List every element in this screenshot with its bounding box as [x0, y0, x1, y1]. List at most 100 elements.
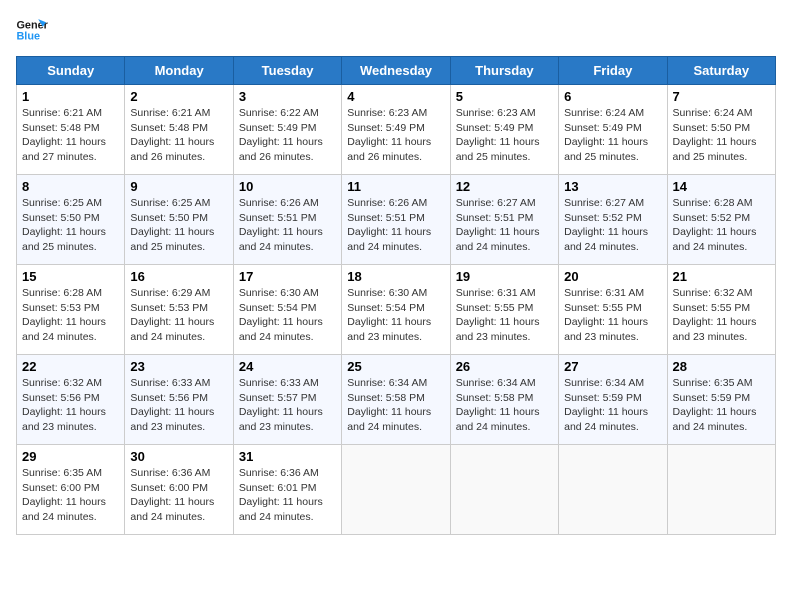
logo: General Blue [16, 16, 52, 44]
day-number: 28 [673, 359, 770, 374]
calendar-cell: 19 Sunrise: 6:31 AM Sunset: 5:55 PM Dayl… [450, 265, 558, 355]
day-number: 30 [130, 449, 227, 464]
calendar-cell: 9 Sunrise: 6:25 AM Sunset: 5:50 PM Dayli… [125, 175, 233, 265]
calendar-cell: 21 Sunrise: 6:32 AM Sunset: 5:55 PM Dayl… [667, 265, 775, 355]
calendar-cell: 24 Sunrise: 6:33 AM Sunset: 5:57 PM Dayl… [233, 355, 341, 445]
day-number: 24 [239, 359, 336, 374]
day-number: 9 [130, 179, 227, 194]
calendar-cell: 2 Sunrise: 6:21 AM Sunset: 5:48 PM Dayli… [125, 85, 233, 175]
calendar-cell: 14 Sunrise: 6:28 AM Sunset: 5:52 PM Dayl… [667, 175, 775, 265]
day-info: Sunrise: 6:30 AM Sunset: 5:54 PM Dayligh… [239, 286, 336, 345]
day-info: Sunrise: 6:33 AM Sunset: 5:56 PM Dayligh… [130, 376, 227, 435]
day-info: Sunrise: 6:31 AM Sunset: 5:55 PM Dayligh… [564, 286, 661, 345]
day-info: Sunrise: 6:36 AM Sunset: 6:00 PM Dayligh… [130, 466, 227, 525]
calendar-cell: 20 Sunrise: 6:31 AM Sunset: 5:55 PM Dayl… [559, 265, 667, 355]
day-number: 4 [347, 89, 444, 104]
day-info: Sunrise: 6:24 AM Sunset: 5:50 PM Dayligh… [673, 106, 770, 165]
weekday-header-friday: Friday [559, 57, 667, 85]
day-info: Sunrise: 6:21 AM Sunset: 5:48 PM Dayligh… [22, 106, 119, 165]
day-info: Sunrise: 6:35 AM Sunset: 6:00 PM Dayligh… [22, 466, 119, 525]
calendar-header-row: SundayMondayTuesdayWednesdayThursdayFrid… [17, 57, 776, 85]
day-number: 25 [347, 359, 444, 374]
calendar-cell [667, 445, 775, 535]
day-info: Sunrise: 6:25 AM Sunset: 5:50 PM Dayligh… [130, 196, 227, 255]
day-number: 10 [239, 179, 336, 194]
calendar-week-1: 1 Sunrise: 6:21 AM Sunset: 5:48 PM Dayli… [17, 85, 776, 175]
calendar-cell: 29 Sunrise: 6:35 AM Sunset: 6:00 PM Dayl… [17, 445, 125, 535]
calendar-cell: 1 Sunrise: 6:21 AM Sunset: 5:48 PM Dayli… [17, 85, 125, 175]
day-number: 17 [239, 269, 336, 284]
calendar-cell [342, 445, 450, 535]
day-info: Sunrise: 6:23 AM Sunset: 5:49 PM Dayligh… [347, 106, 444, 165]
logo-icon: General Blue [16, 16, 48, 44]
calendar-cell: 30 Sunrise: 6:36 AM Sunset: 6:00 PM Dayl… [125, 445, 233, 535]
day-info: Sunrise: 6:28 AM Sunset: 5:53 PM Dayligh… [22, 286, 119, 345]
calendar-cell: 17 Sunrise: 6:30 AM Sunset: 5:54 PM Dayl… [233, 265, 341, 355]
calendar-table: SundayMondayTuesdayWednesdayThursdayFrid… [16, 56, 776, 535]
weekday-header-thursday: Thursday [450, 57, 558, 85]
day-number: 5 [456, 89, 553, 104]
page-header: General Blue [16, 16, 776, 44]
calendar-cell: 7 Sunrise: 6:24 AM Sunset: 5:50 PM Dayli… [667, 85, 775, 175]
day-info: Sunrise: 6:28 AM Sunset: 5:52 PM Dayligh… [673, 196, 770, 255]
day-number: 22 [22, 359, 119, 374]
calendar-cell: 25 Sunrise: 6:34 AM Sunset: 5:58 PM Dayl… [342, 355, 450, 445]
day-number: 21 [673, 269, 770, 284]
calendar-cell: 23 Sunrise: 6:33 AM Sunset: 5:56 PM Dayl… [125, 355, 233, 445]
day-info: Sunrise: 6:24 AM Sunset: 5:49 PM Dayligh… [564, 106, 661, 165]
day-number: 23 [130, 359, 227, 374]
day-info: Sunrise: 6:27 AM Sunset: 5:51 PM Dayligh… [456, 196, 553, 255]
calendar-cell: 27 Sunrise: 6:34 AM Sunset: 5:59 PM Dayl… [559, 355, 667, 445]
day-number: 31 [239, 449, 336, 464]
calendar-cell [559, 445, 667, 535]
weekday-header-tuesday: Tuesday [233, 57, 341, 85]
calendar-cell: 12 Sunrise: 6:27 AM Sunset: 5:51 PM Dayl… [450, 175, 558, 265]
calendar-body: 1 Sunrise: 6:21 AM Sunset: 5:48 PM Dayli… [17, 85, 776, 535]
day-number: 12 [456, 179, 553, 194]
calendar-cell: 10 Sunrise: 6:26 AM Sunset: 5:51 PM Dayl… [233, 175, 341, 265]
calendar-cell: 15 Sunrise: 6:28 AM Sunset: 5:53 PM Dayl… [17, 265, 125, 355]
weekday-header-sunday: Sunday [17, 57, 125, 85]
day-info: Sunrise: 6:25 AM Sunset: 5:50 PM Dayligh… [22, 196, 119, 255]
calendar-week-5: 29 Sunrise: 6:35 AM Sunset: 6:00 PM Dayl… [17, 445, 776, 535]
calendar-cell: 28 Sunrise: 6:35 AM Sunset: 5:59 PM Dayl… [667, 355, 775, 445]
day-info: Sunrise: 6:31 AM Sunset: 5:55 PM Dayligh… [456, 286, 553, 345]
day-info: Sunrise: 6:32 AM Sunset: 5:56 PM Dayligh… [22, 376, 119, 435]
calendar-week-2: 8 Sunrise: 6:25 AM Sunset: 5:50 PM Dayli… [17, 175, 776, 265]
day-number: 13 [564, 179, 661, 194]
calendar-cell: 22 Sunrise: 6:32 AM Sunset: 5:56 PM Dayl… [17, 355, 125, 445]
day-number: 29 [22, 449, 119, 464]
day-info: Sunrise: 6:30 AM Sunset: 5:54 PM Dayligh… [347, 286, 444, 345]
calendar-cell: 31 Sunrise: 6:36 AM Sunset: 6:01 PM Dayl… [233, 445, 341, 535]
day-number: 2 [130, 89, 227, 104]
calendar-cell: 8 Sunrise: 6:25 AM Sunset: 5:50 PM Dayli… [17, 175, 125, 265]
day-number: 7 [673, 89, 770, 104]
weekday-header-wednesday: Wednesday [342, 57, 450, 85]
day-info: Sunrise: 6:26 AM Sunset: 5:51 PM Dayligh… [347, 196, 444, 255]
day-info: Sunrise: 6:21 AM Sunset: 5:48 PM Dayligh… [130, 106, 227, 165]
day-number: 19 [456, 269, 553, 284]
day-info: Sunrise: 6:34 AM Sunset: 5:58 PM Dayligh… [456, 376, 553, 435]
calendar-cell: 4 Sunrise: 6:23 AM Sunset: 5:49 PM Dayli… [342, 85, 450, 175]
day-number: 15 [22, 269, 119, 284]
calendar-cell: 5 Sunrise: 6:23 AM Sunset: 5:49 PM Dayli… [450, 85, 558, 175]
day-number: 16 [130, 269, 227, 284]
day-number: 27 [564, 359, 661, 374]
day-info: Sunrise: 6:23 AM Sunset: 5:49 PM Dayligh… [456, 106, 553, 165]
day-info: Sunrise: 6:29 AM Sunset: 5:53 PM Dayligh… [130, 286, 227, 345]
calendar-cell [450, 445, 558, 535]
day-number: 26 [456, 359, 553, 374]
calendar-week-4: 22 Sunrise: 6:32 AM Sunset: 5:56 PM Dayl… [17, 355, 776, 445]
weekday-header-saturday: Saturday [667, 57, 775, 85]
calendar-cell: 16 Sunrise: 6:29 AM Sunset: 5:53 PM Dayl… [125, 265, 233, 355]
day-info: Sunrise: 6:34 AM Sunset: 5:58 PM Dayligh… [347, 376, 444, 435]
day-number: 20 [564, 269, 661, 284]
day-number: 8 [22, 179, 119, 194]
calendar-cell: 3 Sunrise: 6:22 AM Sunset: 5:49 PM Dayli… [233, 85, 341, 175]
day-info: Sunrise: 6:32 AM Sunset: 5:55 PM Dayligh… [673, 286, 770, 345]
calendar-cell: 18 Sunrise: 6:30 AM Sunset: 5:54 PM Dayl… [342, 265, 450, 355]
day-number: 3 [239, 89, 336, 104]
calendar-cell: 13 Sunrise: 6:27 AM Sunset: 5:52 PM Dayl… [559, 175, 667, 265]
svg-text:Blue: Blue [16, 30, 40, 42]
day-number: 14 [673, 179, 770, 194]
